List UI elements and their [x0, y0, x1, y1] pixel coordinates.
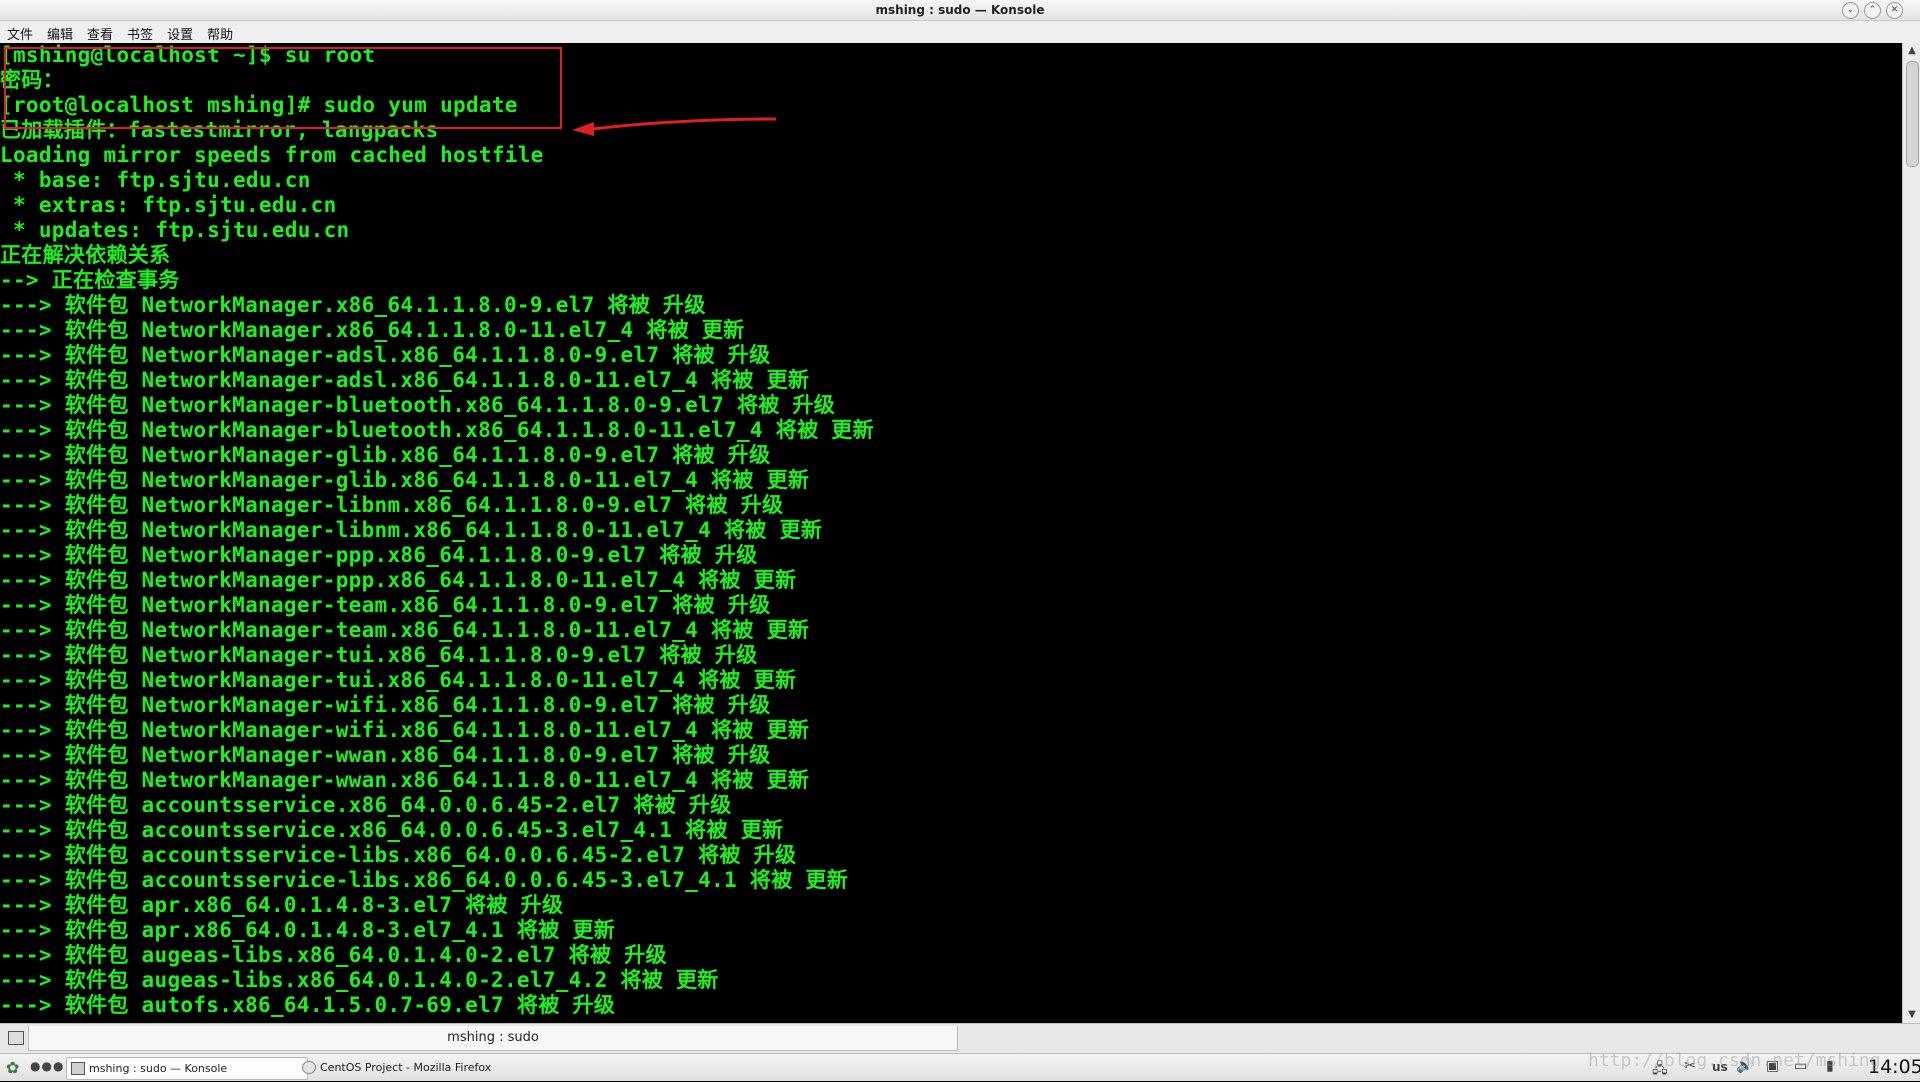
terminal-line: ---> 软件包 NetworkManager-wwan.x86_64.1.1.…	[0, 768, 810, 792]
menu-bookmarks[interactable]: 书签	[120, 21, 160, 43]
window-titlebar: mshing : sudo — Konsole ⌄ ⌃ ✕	[0, 0, 1920, 21]
task-konsole-label: mshing : sudo — Konsole	[89, 1062, 228, 1075]
annotation-highlight-box	[4, 47, 562, 129]
new-tab-icon[interactable]	[8, 1031, 24, 1045]
minimize-button[interactable]: ⌄	[1842, 2, 1859, 19]
annotation-arrow-icon	[572, 117, 777, 136]
terminal-line: ---> 软件包 NetworkManager.x86_64.1.1.8.0-9…	[0, 293, 706, 317]
terminal-line: ---> 软件包 NetworkManager-glib.x86_64.1.1.…	[0, 468, 810, 492]
application-launcher-icon[interactable]: ✿	[6, 1058, 19, 1077]
menu-help[interactable]: 帮助	[200, 21, 240, 43]
terminal-line: ---> 软件包 accountsservice.x86_64.0.0.6.45…	[0, 793, 732, 817]
maximize-button[interactable]: ⌃	[1864, 2, 1881, 19]
terminal-lines: [mshing@localhost ~]$ su root 密码： [root@lo…	[0, 43, 1902, 1018]
menu-bar: 文件 编辑 查看 书签 设置 帮助	[0, 21, 1920, 44]
menu-edit[interactable]: 编辑	[40, 21, 80, 43]
watermark-text: http://blog.csdn.net/mshing	[1588, 1050, 1881, 1071]
scroll-up-icon[interactable]: ▲	[1903, 43, 1920, 59]
terminal-line: ---> 软件包 augeas-libs.x86_64.0.1.4.0-2.el…	[0, 968, 719, 992]
terminal-output[interactable]: [mshing@localhost ~]$ su root 密码： [root@lo…	[0, 43, 1902, 1023]
firefox-icon	[302, 1061, 316, 1074]
pager-icon[interactable]: ●●●	[30, 1059, 64, 1073]
terminal-line: ---> 软件包 NetworkManager-glib.x86_64.1.1.…	[0, 443, 771, 467]
terminal-line: ---> 软件包 NetworkManager-ppp.x86_64.1.1.8…	[0, 568, 797, 592]
scroll-down-icon[interactable]: ▼	[1903, 1007, 1920, 1023]
terminal-line: ---> 软件包 NetworkManager-adsl.x86_64.1.1.…	[0, 343, 771, 367]
terminal-line: ---> 软件包 accountsservice-libs.x86_64.0.0…	[0, 843, 797, 867]
konsole-icon	[71, 1062, 85, 1075]
task-firefox[interactable]: CentOS Project - Mozilla Firefox	[298, 1057, 550, 1078]
menu-file[interactable]: 文件	[0, 21, 40, 43]
terminal-line: ---> 软件包 augeas-libs.x86_64.0.1.4.0-2.el…	[0, 943, 667, 967]
terminal-line: ---> 软件包 NetworkManager-libnm.x86_64.1.1…	[0, 518, 823, 542]
tab-session[interactable]: mshing : sudo	[28, 1026, 958, 1051]
terminal-line: ---> 软件包 autofs.x86_64.1.5.0.7-69.el7 将被…	[0, 993, 616, 1017]
terminal-line: 正在解决依赖关系	[0, 243, 171, 267]
task-firefox-label: CentOS Project - Mozilla Firefox	[320, 1061, 492, 1074]
scrollbar-thumb[interactable]	[1906, 61, 1919, 167]
terminal-line: * extras: ftp.sjtu.edu.cn	[0, 193, 337, 217]
terminal-line: ---> 软件包 apr.x86_64.0.1.4.8-3.el7_4.1 将被…	[0, 918, 616, 942]
terminal-line: ---> 软件包 NetworkManager-tui.x86_64.1.1.8…	[0, 643, 758, 667]
terminal-line: ---> 软件包 NetworkManager.x86_64.1.1.8.0-1…	[0, 318, 745, 342]
terminal-line: --> 正在检查事务	[0, 268, 180, 292]
terminal-line: ---> 软件包 NetworkManager-team.x86_64.1.1.…	[0, 618, 810, 642]
terminal-line: ---> 软件包 NetworkManager-adsl.x86_64.1.1.…	[0, 368, 810, 392]
terminal-line: ---> 软件包 NetworkManager-bluetooth.x86_64…	[0, 393, 836, 417]
terminal-scrollbar[interactable]: ▲ ▼	[1902, 43, 1920, 1023]
close-button[interactable]: ✕	[1886, 2, 1903, 19]
terminal-line: ---> 软件包 apr.x86_64.0.1.4.8-3.el7 将被 升级	[0, 893, 564, 917]
terminal-line: ---> 软件包 NetworkManager-bluetooth.x86_64…	[0, 418, 874, 442]
terminal-line: Loading mirror speeds from cached hostfi…	[0, 143, 544, 167]
menu-settings[interactable]: 设置	[160, 21, 200, 43]
terminal-line: ---> 软件包 NetworkManager-wifi.x86_64.1.1.…	[0, 693, 771, 717]
terminal-line: ---> 软件包 NetworkManager-wwan.x86_64.1.1.…	[0, 743, 771, 767]
window-title: mshing : sudo — Konsole	[875, 3, 1045, 17]
terminal-line: ---> 软件包 NetworkManager-ppp.x86_64.1.1.8…	[0, 543, 758, 567]
terminal-line: ---> 软件包 NetworkManager-libnm.x86_64.1.1…	[0, 493, 784, 517]
terminal-line: ---> 软件包 accountsservice.x86_64.0.0.6.45…	[0, 818, 784, 842]
terminal-line: * base: ftp.sjtu.edu.cn	[0, 168, 311, 192]
task-konsole[interactable]: mshing : sudo — Konsole	[66, 1057, 308, 1080]
terminal-line: ---> 软件包 NetworkManager-tui.x86_64.1.1.8…	[0, 668, 797, 692]
terminal-line: ---> 软件包 NetworkManager-team.x86_64.1.1.…	[0, 593, 771, 617]
terminal-line: * updates: ftp.sjtu.edu.cn	[0, 218, 350, 242]
terminal-line: ---> 软件包 accountsservice-libs.x86_64.0.0…	[0, 868, 849, 892]
menu-view[interactable]: 查看	[80, 21, 120, 43]
terminal-line: ---> 软件包 NetworkManager-wifi.x86_64.1.1.…	[0, 718, 810, 742]
